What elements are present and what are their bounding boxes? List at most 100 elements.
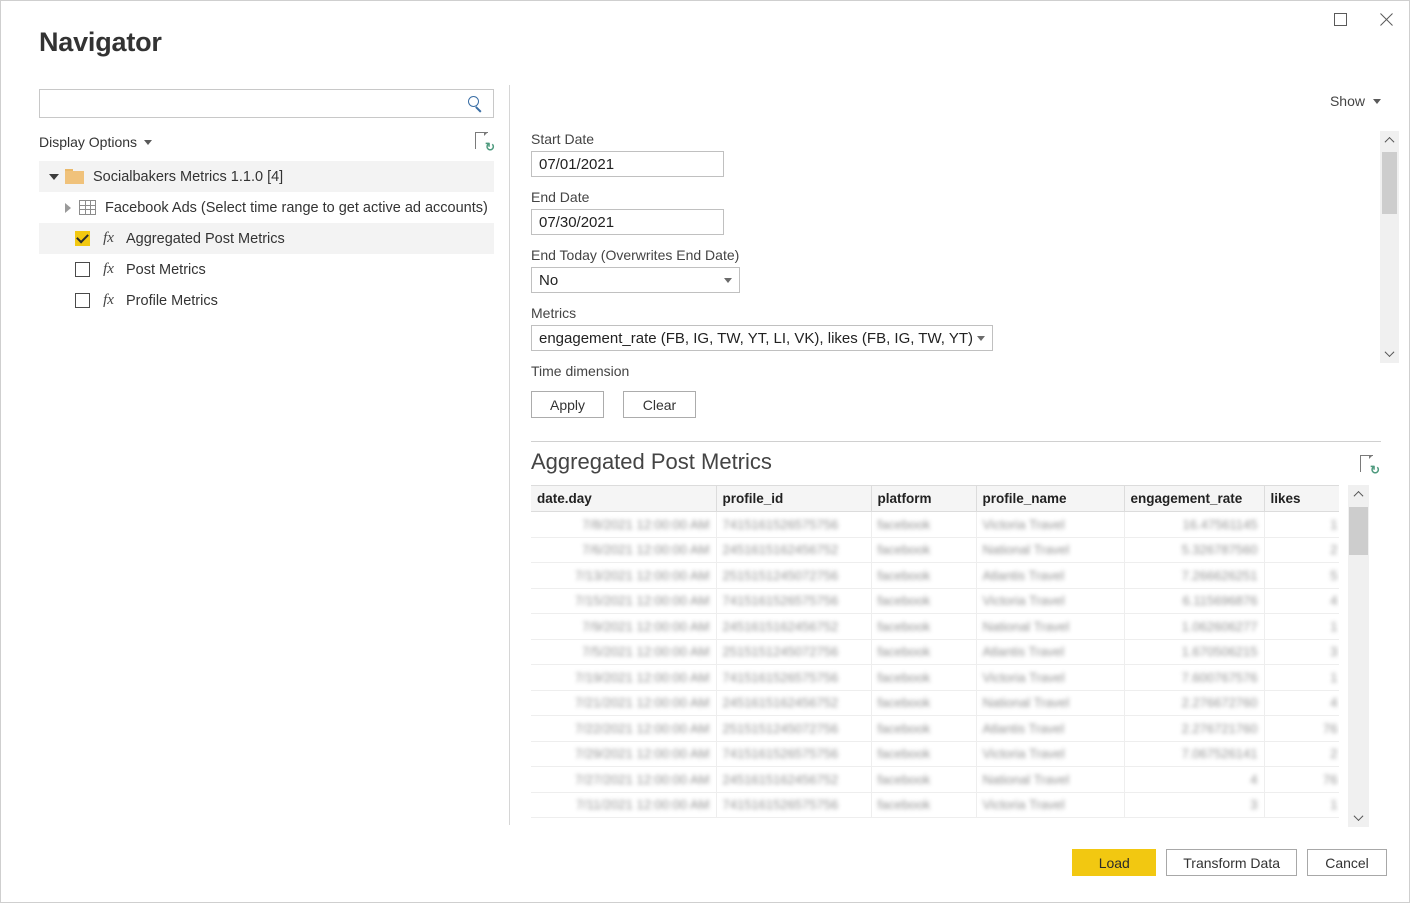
- table-cell: 3: [1124, 792, 1265, 818]
- table-cell: facebook: [871, 511, 977, 538]
- scrollbar-thumb[interactable]: [1382, 152, 1397, 214]
- table-cell: facebook: [871, 741, 977, 767]
- table-cell: facebook: [871, 562, 977, 589]
- expander-toggle[interactable]: [57, 202, 79, 213]
- scroll-up-button[interactable]: [1348, 485, 1369, 504]
- checkbox-aggregated-post-metrics[interactable]: [75, 231, 90, 246]
- column-header-platform[interactable]: platform: [871, 485, 977, 512]
- tree-item-label: Aggregated Post Metrics: [126, 230, 285, 247]
- start-date-input[interactable]: [531, 151, 724, 177]
- preview-table: date.day profile_id platform profile_nam…: [531, 485, 1339, 818]
- display-options-button[interactable]: Display Options: [39, 134, 153, 150]
- table-row: 7/29/2021 12:00:00 AM 7415161526575756 fac…: [531, 741, 1339, 767]
- column-header-engagement-rate[interactable]: engagement_rate: [1124, 485, 1265, 512]
- parameter-actions: Apply Clear: [531, 391, 1351, 418]
- table-cell: 2515151245072756: [716, 562, 872, 589]
- refresh-preview-icon[interactable]: ↻: [475, 131, 495, 153]
- table-icon: [79, 200, 96, 215]
- table-row: 7/6/2021 12:00:00 AM 2451615162456752 face…: [531, 537, 1339, 563]
- table-cell: 7/6/2021 12:00:00 AM: [531, 537, 717, 563]
- table-cell: 2515151245072756: [716, 715, 872, 742]
- table-cell: Victoria Travel: [976, 588, 1125, 614]
- table-cell: 7/22/2021 12:00:00 AM: [531, 715, 717, 742]
- table-cell: 1.062606277: [1124, 613, 1265, 640]
- table-cell: 7/29/2021 12:00:00 AM: [531, 741, 717, 767]
- close-button[interactable]: [1363, 2, 1409, 36]
- tree-item-profile-metrics[interactable]: fx Profile Metrics: [39, 285, 494, 316]
- table-cell: 7.266626251: [1124, 562, 1265, 589]
- table-cell: 1: [1264, 792, 1339, 818]
- table-cell: facebook: [871, 690, 977, 716]
- table-cell: Victoria Travel: [976, 792, 1125, 818]
- table-cell: facebook: [871, 588, 977, 614]
- table-cell: facebook: [871, 664, 977, 691]
- scroll-down-button[interactable]: [1381, 345, 1398, 362]
- table-row: 7/22/2021 12:00:00 AM 2515151245072756 fac…: [531, 715, 1339, 742]
- display-options-row: Display Options ↻: [39, 129, 495, 155]
- table-cell: 4: [1264, 588, 1339, 614]
- parameters-scrollbar[interactable]: [1380, 131, 1399, 363]
- table-cell: 7/5/2021 12:00:00 AM: [531, 639, 717, 665]
- table-row: 7/5/2021 12:00:00 AM 2515151245072756 face…: [531, 639, 1339, 665]
- preview-title: Aggregated Post Metrics: [531, 449, 772, 474]
- scrollbar-thumb[interactable]: [1349, 507, 1368, 555]
- checkbox-post-metrics[interactable]: [75, 262, 90, 277]
- table-cell: 16.47561145: [1124, 511, 1265, 538]
- table-cell: facebook: [871, 639, 977, 665]
- search-input[interactable]: [40, 90, 458, 117]
- column-header-profile-name[interactable]: profile_name: [976, 485, 1125, 512]
- metrics-select[interactable]: engagement_rate (FB, IG, TW, YT, LI, VK)…: [531, 325, 993, 351]
- table-cell: 4: [1124, 766, 1265, 793]
- table-cell: 7/13/2021 12:00:00 AM: [531, 562, 717, 589]
- preview-table-scrollbar[interactable]: [1348, 485, 1369, 827]
- table-cell: 1: [1264, 613, 1339, 640]
- chevron-up-icon: [1384, 136, 1395, 147]
- table-cell: 5.326787560: [1124, 537, 1265, 563]
- transform-data-button[interactable]: Transform Data: [1166, 849, 1297, 876]
- search-button[interactable]: [458, 90, 493, 117]
- tree-item-post-metrics[interactable]: fx Post Metrics: [39, 254, 494, 285]
- tree-item-socialbakers-metrics[interactable]: Socialbakers Metrics 1.1.0 [4]: [39, 161, 494, 192]
- column-header-profile-id[interactable]: profile_id: [716, 485, 872, 512]
- clear-button[interactable]: Clear: [623, 391, 696, 418]
- metrics-label: Metrics: [531, 305, 577, 321]
- tree-item-facebook-ads[interactable]: Facebook Ads (Select time range to get a…: [39, 192, 494, 223]
- tree-item-aggregated-post-metrics[interactable]: fx Aggregated Post Metrics: [39, 223, 494, 254]
- table-cell: 7/15/2021 12:00:00 AM: [531, 588, 717, 614]
- load-button[interactable]: Load: [1072, 849, 1157, 876]
- table-cell: 7/21/2021 12:00:00 AM: [531, 690, 717, 716]
- scroll-up-button[interactable]: [1381, 132, 1398, 149]
- table-cell: 7/27/2021 12:00:00 AM: [531, 766, 717, 793]
- end-date-input[interactable]: [531, 209, 724, 235]
- triangle-right-icon: [65, 202, 71, 213]
- table-cell: Atlantis Travel: [976, 639, 1125, 665]
- pane-divider: [509, 85, 510, 825]
- refresh-preview-icon[interactable]: ↻: [1360, 455, 1380, 476]
- expander-toggle[interactable]: [43, 173, 65, 180]
- end-today-select[interactable]: No: [531, 267, 740, 293]
- search-box[interactable]: [39, 89, 494, 118]
- table-cell: 2.276672760: [1124, 690, 1265, 716]
- checkbox-profile-metrics[interactable]: [75, 293, 90, 308]
- table-row: 7/21/2021 12:00:00 AM 2451615162456752 fac…: [531, 690, 1339, 716]
- chevron-down-icon: [724, 277, 732, 283]
- table-row: 7/8/2021 12:00:00 AM 7415161526575756 face…: [531, 511, 1339, 538]
- chevron-up-icon: [1353, 490, 1364, 501]
- dialog-footer: Load Transform Data Cancel: [1, 832, 1409, 902]
- table-cell: 2: [1264, 537, 1339, 563]
- end-today-value: No: [539, 271, 559, 289]
- table-cell: 1: [1264, 511, 1339, 538]
- show-dropdown[interactable]: Show: [1330, 93, 1381, 109]
- scroll-down-button[interactable]: [1348, 808, 1369, 827]
- table-cell: 2451615162456752: [716, 766, 872, 793]
- column-header-date-day[interactable]: date.day: [531, 485, 717, 512]
- cancel-button[interactable]: Cancel: [1307, 849, 1387, 876]
- table-cell: 3: [1264, 639, 1339, 665]
- table-cell: 7415161526575756: [716, 741, 872, 767]
- maximize-button[interactable]: [1317, 2, 1363, 36]
- column-header-likes[interactable]: likes: [1264, 485, 1339, 512]
- table-cell: 2: [1264, 741, 1339, 767]
- apply-button[interactable]: Apply: [531, 391, 604, 418]
- table-cell: 7415161526575756: [716, 588, 872, 614]
- table-cell: 2451615162456752: [716, 537, 872, 563]
